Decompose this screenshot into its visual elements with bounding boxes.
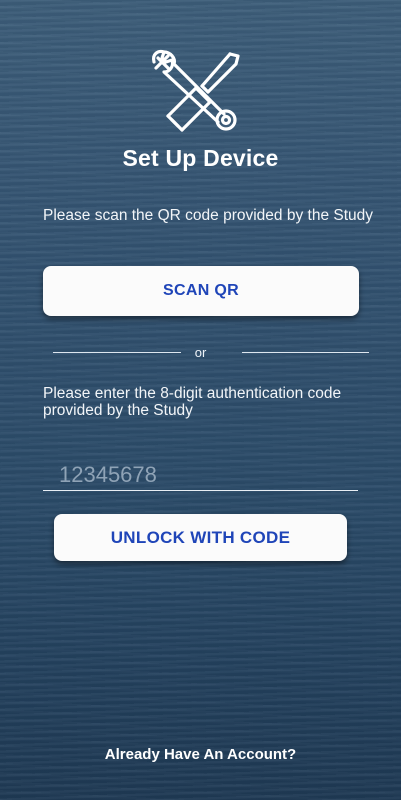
setup-device-screen: Set Up Device Please scan the QR code pr… [0,0,401,800]
scan-qr-button[interactable]: SCAN QR [43,266,359,316]
page-title: Set Up Device [122,145,279,171]
already-have-account-link[interactable]: Already Have An Account? [0,746,401,763]
authentication-code-input[interactable] [43,459,358,491]
wrench-screwdriver-icon [152,49,240,132]
code-instruction-text: Please enter the 8-digit authentication … [43,385,342,419]
divider-right-line [242,352,369,353]
unlock-with-code-button[interactable]: UNLOCK WITH CODE [54,514,347,561]
qr-instruction-text: Please scan the QR code provided by the … [43,207,374,224]
